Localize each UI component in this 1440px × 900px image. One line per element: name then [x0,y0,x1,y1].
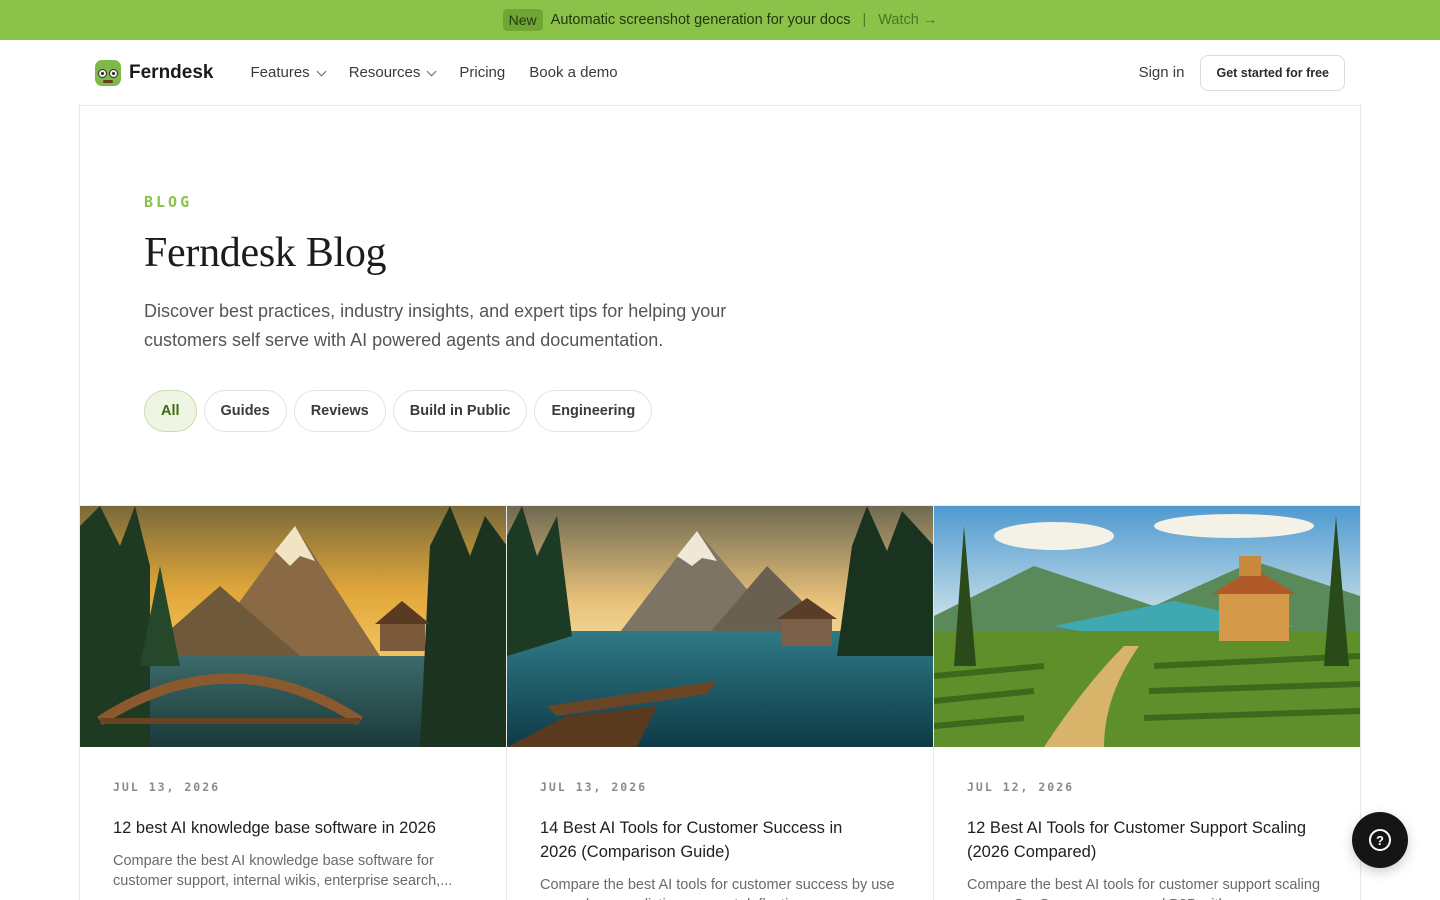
nav-item-book-demo[interactable]: Book a demo [529,64,617,81]
chevron-down-icon [316,66,327,76]
filter-build-in-public[interactable]: Build in Public [392,390,528,432]
new-badge: New [502,9,543,31]
blog-hero: BLOG Ferndesk Blog Discover best practic… [144,193,764,432]
announcement-bar[interactable]: New Automatic screenshot generation for … [0,0,1440,40]
post-date: JUL 12, 2026 [967,780,1075,794]
question-circle-icon: ? [1369,829,1391,851]
mountain-lake-rowboat-illustration [507,506,933,747]
page-description: Discover best practices, industry insigh… [144,301,727,350]
brand-name: Ferndesk [129,61,214,83]
post-excerpt: Compare the best AI tools for customer s… [540,877,895,900]
nav-item-label: Book a demo [529,64,618,81]
announcement-separator: | [862,12,867,28]
nav-item-resources[interactable]: Resources [348,64,437,81]
post-date: JUL 13, 2026 [113,780,221,794]
post-grid: JUL 13, 2026 12 best AI knowledge base s… [80,505,1360,900]
brand-link[interactable]: Ferndesk [95,59,214,86]
filter-all[interactable]: All [144,390,197,432]
nav-actions: Sign in Get started for free [1139,54,1345,91]
post-thumbnail[interactable] [80,506,506,747]
post-title[interactable]: 12 Best AI Tools for Customer Support Sc… [967,816,1307,864]
help-button[interactable]: ? [1352,812,1408,868]
filter-guides[interactable]: Guides [203,390,287,432]
post-date: JUL 13, 2026 [540,780,648,794]
nav-item-label: Resources [348,64,421,81]
announcement-message[interactable]: Automatic screenshot generation for your… [551,12,851,28]
chevron-down-icon [426,66,437,76]
post-excerpt: Compare the best AI knowledge base softw… [113,853,453,889]
vineyard-villa-illustration [934,506,1360,747]
watch-link[interactable]: Watch → [878,12,937,28]
nav-item-pricing[interactable]: Pricing [459,64,505,81]
eyebrow-label: BLOG [144,193,193,211]
page-title: Ferndesk Blog [144,230,387,276]
get-started-button[interactable]: Get started for free [1200,54,1345,91]
post-card[interactable]: JUL 12, 2026 12 Best AI Tools for Custom… [934,506,1360,900]
post-title[interactable]: 12 best AI knowledge base software in 20… [113,816,443,840]
nav-item-features[interactable]: Features [250,64,327,81]
filter-reviews[interactable]: Reviews [293,390,386,432]
post-excerpt: Compare the best AI tools for customer s… [967,877,1321,900]
blog-frame: BLOG Ferndesk Blog Discover best practic… [79,105,1361,900]
nav-item-label: Pricing [459,64,506,81]
main-menu: Features Resources Pricing Book a demo [250,64,617,81]
sign-in-link[interactable]: Sign in [1139,64,1185,81]
filter-engineering[interactable]: Engineering [534,390,653,432]
post-thumbnail[interactable] [507,506,933,747]
top-nav: Ferndesk Features Resources Pricing Book… [0,40,1440,105]
post-body: JUL 13, 2026 14 Best AI Tools for Custom… [507,747,933,900]
mountain-lake-bridge-illustration [80,506,506,747]
post-body: JUL 12, 2026 12 Best AI Tools for Custom… [934,747,1360,900]
post-body: JUL 13, 2026 12 best AI knowledge base s… [80,747,506,891]
post-card[interactable]: JUL 13, 2026 14 Best AI Tools for Custom… [507,506,934,900]
nav-item-label: Features [250,64,310,81]
post-title[interactable]: 14 Best AI Tools for Customer Success in… [540,816,870,864]
ferndesk-logo-icon [95,59,121,86]
post-thumbnail[interactable] [934,506,1360,747]
post-card[interactable]: JUL 13, 2026 12 best AI knowledge base s… [80,506,507,900]
category-filters: All Guides Reviews Build in Public Engin… [144,390,764,432]
